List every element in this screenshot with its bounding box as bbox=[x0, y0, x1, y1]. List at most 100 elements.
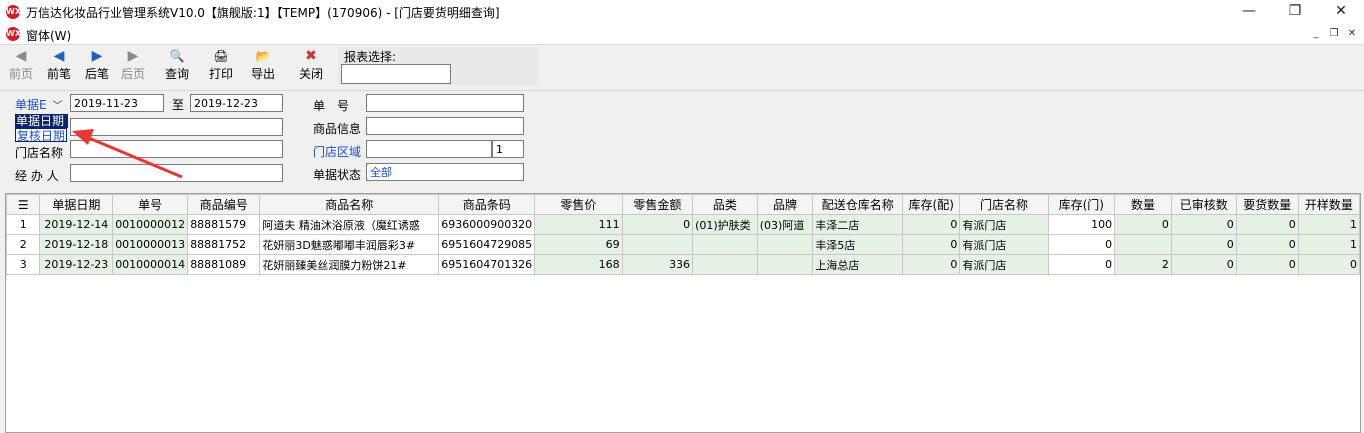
cell-goods-code[interactable]: 88881089 bbox=[187, 254, 261, 275]
cell-doc-date[interactable]: 2019-12-18 bbox=[39, 234, 114, 255]
store-name-input[interactable] bbox=[70, 140, 283, 158]
store-area-link[interactable]: 门店区域 bbox=[313, 143, 361, 160]
print-button[interactable]: 🖨 打印 bbox=[200, 45, 242, 87]
cell-category[interactable] bbox=[692, 254, 758, 275]
cell-warehouse[interactable]: 丰泽5店 bbox=[812, 234, 904, 255]
cell-barcode[interactable]: 6936000900320 bbox=[438, 214, 536, 235]
date-type-select[interactable]: 单据E ﹀ bbox=[15, 96, 62, 113]
cell-store-name[interactable]: 有派门店 bbox=[959, 234, 1049, 255]
cell-request-qty[interactable]: 0 bbox=[1235, 214, 1299, 235]
mdi-restore-button[interactable]: ❐ bbox=[1327, 27, 1341, 41]
col-header[interactable]: 配送仓库名称 bbox=[812, 194, 904, 215]
store-area-input[interactable] bbox=[366, 140, 492, 158]
col-header[interactable]: 要货数量 bbox=[1235, 194, 1299, 215]
col-header[interactable]: 数量 bbox=[1114, 194, 1172, 215]
cell-goods-name[interactable]: 花妍丽臻美丝润膜力粉饼21# bbox=[259, 254, 440, 275]
mdi-minimize-button[interactable]: _ bbox=[1309, 27, 1323, 41]
date-option-review-date[interactable]: 复核日期 bbox=[15, 128, 67, 143]
col-header[interactable]: 品牌 bbox=[756, 194, 814, 215]
maximize-button[interactable]: ❐ bbox=[1272, 0, 1318, 24]
first-page-button[interactable]: ◀ 前页 bbox=[0, 45, 42, 87]
cell-store-name[interactable]: 有派门店 bbox=[959, 214, 1049, 235]
table-row[interactable]: 3 2019-12-23 0010000014 88881089 花妍丽臻美丝润… bbox=[6, 254, 1360, 275]
col-header[interactable]: 单号 bbox=[112, 194, 189, 215]
cell-stock-store[interactable]: 0 bbox=[1047, 234, 1116, 255]
menu-window[interactable]: 窗体(W) bbox=[26, 27, 71, 44]
handler-input[interactable] bbox=[70, 164, 283, 182]
table-row[interactable]: 2 2019-12-18 0010000013 88881752 花妍丽3D魅惑… bbox=[6, 234, 1360, 255]
cell-warehouse[interactable]: 丰泽二店 bbox=[812, 214, 904, 235]
cell-retail-amount[interactable]: 336 bbox=[621, 254, 694, 275]
cell-sample-qty[interactable]: 1 bbox=[1297, 234, 1360, 255]
col-header[interactable]: 库存(门) bbox=[1047, 194, 1116, 215]
cell-barcode[interactable]: 6951604701326 bbox=[438, 254, 536, 275]
cell-category[interactable]: (01)护肤类 bbox=[692, 214, 758, 235]
cell-stock-dist[interactable]: 0 bbox=[902, 234, 961, 255]
cell-goods-code[interactable]: 88881752 bbox=[187, 234, 261, 255]
col-header[interactable]: 库存(配) bbox=[902, 194, 961, 215]
col-header[interactable]: 单据日期 bbox=[39, 194, 114, 215]
prev-record-button[interactable]: ◀ 前笔 bbox=[38, 45, 80, 87]
cell-reviewed[interactable]: 0 bbox=[1170, 254, 1237, 275]
cell-retail-price[interactable]: 111 bbox=[534, 214, 623, 235]
col-header[interactable]: 零售金额 bbox=[621, 194, 694, 215]
date-from-input[interactable]: 2019-11-23 bbox=[70, 94, 164, 112]
minimize-button[interactable]: — bbox=[1226, 0, 1272, 24]
cell-doc-no[interactable]: 0010000014 bbox=[112, 254, 189, 275]
cell-quantity[interactable]: 2 bbox=[1114, 254, 1172, 275]
mdi-close-button[interactable]: ✕ bbox=[1345, 27, 1359, 41]
cell-goods-name[interactable]: 花妍丽3D魅惑嘟嘟丰润唇彩3# bbox=[259, 234, 440, 255]
cell-goods-code[interactable]: 88881579 bbox=[187, 214, 261, 235]
col-header[interactable]: 商品名称 bbox=[259, 194, 440, 215]
col-header[interactable]: 品类 bbox=[692, 194, 758, 215]
date-option-document-date[interactable]: 单据日期 bbox=[15, 114, 68, 128]
cell-stock-store[interactable]: 100 bbox=[1047, 214, 1116, 235]
cell-stock-store[interactable]: 0 bbox=[1047, 254, 1116, 275]
cell-doc-date[interactable]: 2019-12-23 bbox=[39, 254, 114, 275]
grid-menu-icon[interactable]: ☰ bbox=[6, 194, 41, 215]
cell-goods-name[interactable]: 阿道夫 精油沐浴原液（魔红诱惑 bbox=[259, 214, 440, 235]
cell-retail-price[interactable]: 168 bbox=[534, 254, 623, 275]
cell-retail-price[interactable]: 69 bbox=[534, 234, 623, 255]
date-to-input[interactable]: 2019-12-23 bbox=[190, 94, 283, 112]
query-button[interactable]: 🔍 查询 bbox=[156, 45, 198, 87]
cell-request-qty[interactable]: 0 bbox=[1235, 254, 1299, 275]
doc-status-select[interactable]: 全部 bbox=[366, 163, 524, 181]
cell-brand[interactable] bbox=[756, 254, 814, 275]
cell-store-name[interactable]: 有派门店 bbox=[959, 254, 1049, 275]
cell-reviewed[interactable]: 0 bbox=[1170, 214, 1237, 235]
cell-brand[interactable] bbox=[756, 234, 814, 255]
window-close-button[interactable]: ✕ bbox=[1318, 0, 1364, 24]
cell-stock-dist[interactable]: 0 bbox=[902, 214, 961, 235]
cell-sample-qty[interactable]: 1 bbox=[1297, 214, 1360, 235]
last-page-button[interactable]: ▶ 后页 bbox=[112, 45, 154, 87]
goods-info-input[interactable] bbox=[366, 117, 524, 135]
cell-sample-qty[interactable]: 0 bbox=[1297, 254, 1360, 275]
export-button[interactable]: 📂 导出 bbox=[242, 45, 284, 87]
col-header[interactable]: 开样数量 bbox=[1297, 194, 1360, 215]
table-row[interactable]: 1 2019-12-14 0010000012 88881579 阿道夫 精油沐… bbox=[6, 214, 1360, 235]
cell-doc-no[interactable]: 0010000012 bbox=[112, 214, 189, 235]
col-header[interactable]: 门店名称 bbox=[959, 194, 1049, 215]
cell-brand[interactable]: (03)阿道 bbox=[756, 214, 814, 235]
cell-request-qty[interactable]: 0 bbox=[1235, 234, 1299, 255]
col-header[interactable]: 商品条码 bbox=[438, 194, 536, 215]
cell-quantity[interactable]: 0 bbox=[1114, 214, 1172, 235]
cell-stock-dist[interactable]: 0 bbox=[902, 254, 961, 275]
row2-input[interactable] bbox=[70, 118, 283, 136]
close-button[interactable]: ✖ 关闭 bbox=[290, 45, 332, 87]
cell-quantity[interactable] bbox=[1114, 234, 1172, 255]
cell-doc-no[interactable]: 0010000013 bbox=[112, 234, 189, 255]
cell-reviewed[interactable]: 0 bbox=[1170, 234, 1237, 255]
store-area-code-input[interactable]: 1 bbox=[492, 140, 524, 158]
cell-category[interactable] bbox=[692, 234, 758, 255]
cell-barcode[interactable]: 6951604729085 bbox=[438, 234, 536, 255]
col-header[interactable]: 已审核数 bbox=[1170, 194, 1237, 215]
cell-retail-amount[interactable]: 0 bbox=[621, 214, 694, 235]
doc-no-input[interactable] bbox=[366, 94, 524, 112]
report-select-input[interactable] bbox=[341, 64, 451, 84]
cell-warehouse[interactable]: 上海总店 bbox=[812, 254, 904, 275]
col-header[interactable]: 零售价 bbox=[534, 194, 623, 215]
cell-doc-date[interactable]: 2019-12-14 bbox=[39, 214, 114, 235]
col-header[interactable]: 商品编号 bbox=[187, 194, 261, 215]
